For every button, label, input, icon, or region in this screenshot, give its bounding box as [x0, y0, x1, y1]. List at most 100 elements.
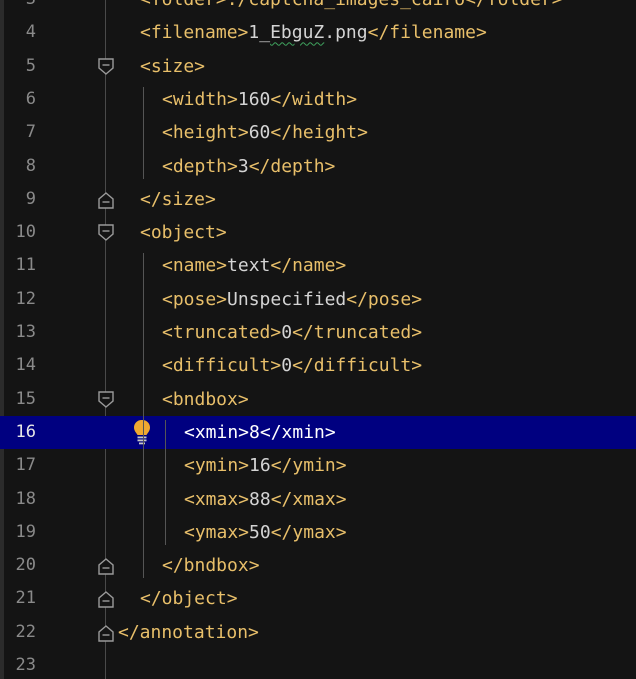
- code-text[interactable]: </bndbox>: [162, 549, 260, 582]
- code-text[interactable]: <filename>1_EbguZ.png</filename>: [140, 16, 487, 49]
- code-text[interactable]: </object>: [140, 582, 238, 615]
- code-text[interactable]: <size>: [140, 50, 205, 83]
- code-line[interactable]: 5 <size>: [0, 50, 636, 83]
- xml-tag: <height>: [162, 122, 249, 144]
- code-text[interactable]: <bndbox>: [162, 383, 249, 416]
- line-number[interactable]: 8: [4, 150, 36, 183]
- code-text[interactable]: <truncated>0</truncated>: [162, 316, 422, 349]
- xml-tag: </truncated>: [292, 322, 423, 343]
- line-number[interactable]: 17: [4, 449, 36, 482]
- code-text[interactable]: <pose>Unspecified</pose>: [162, 283, 422, 316]
- code-line[interactable]: 11 <name>text</name>: [0, 249, 636, 282]
- xml-tag: </size>: [140, 188, 216, 210]
- line-number[interactable]: 23: [4, 649, 36, 679]
- line-number[interactable]: 10: [4, 216, 36, 249]
- line-number[interactable]: 15: [4, 383, 36, 416]
- indent-guide: [143, 86, 144, 179]
- line-number[interactable]: 20: [4, 549, 36, 582]
- xml-tag: </annotation>: [118, 621, 259, 643]
- xml-tag: <depth>: [162, 155, 238, 177]
- line-number[interactable]: 22: [4, 616, 36, 649]
- code-line[interactable]: 6 <width>160</width>: [0, 83, 636, 116]
- line-number[interactable]: 6: [4, 83, 36, 116]
- xml-tag: <filename>: [140, 22, 249, 44]
- line-number[interactable]: 21: [4, 582, 36, 615]
- code-text[interactable]: <width>160</width>: [162, 83, 357, 116]
- xml-value: EbguZ: [270, 22, 325, 44]
- xml-tag: </name>: [270, 255, 347, 277]
- code-line[interactable]: 18 <xmax>88</xmax>: [0, 483, 636, 516]
- code-line[interactable]: 21 </object>: [0, 582, 636, 615]
- xml-tag: </height>: [270, 122, 368, 144]
- code-line[interactable]: 4 <filename>1_EbguZ.png</filename>: [0, 16, 636, 49]
- line-number[interactable]: 7: [4, 116, 36, 149]
- xml-value: 160: [237, 88, 271, 110]
- xml-tag: <difficult>: [162, 355, 282, 377]
- line-number[interactable]: 19: [4, 516, 36, 549]
- code-line[interactable]: 22 </annotation>: [0, 616, 636, 649]
- code-line[interactable]: 23: [0, 649, 636, 679]
- code-line[interactable]: 8 <depth>3</depth>: [0, 150, 636, 183]
- fold-collapse-icon[interactable]: [97, 223, 115, 243]
- xml-tag: </difficult>: [292, 355, 423, 377]
- xml-tag: <width>: [162, 88, 238, 110]
- code-text[interactable]: <folder>./captcha_images_cairo</folder>: [140, 0, 563, 16]
- fold-end-icon[interactable]: [97, 556, 115, 576]
- xml-value: text: [227, 255, 271, 277]
- code-text[interactable]: <ymin>16</ymin>: [184, 449, 347, 482]
- code-line[interactable]: 20 </bndbox>: [0, 549, 636, 582]
- line-number[interactable]: 3: [4, 0, 36, 16]
- code-line[interactable]: 14 <difficult>0</difficult>: [0, 349, 636, 382]
- code-line[interactable]: 12 <pose>Unspecified</pose>: [0, 283, 636, 316]
- code-line[interactable]: 3 <folder>./captcha_images_cairo</folder>: [0, 0, 636, 16]
- xml-tag: </xmax>: [270, 488, 347, 510]
- code-line[interactable]: 13 <truncated>0</truncated>: [0, 316, 636, 349]
- code-text[interactable]: <difficult>0</difficult>: [162, 349, 422, 382]
- xml-tag: <size>: [140, 55, 206, 77]
- code-text[interactable]: <xmax>88</xmax>: [184, 483, 347, 516]
- code-text[interactable]: </size>: [140, 183, 216, 216]
- code-line[interactable]: 15 <bndbox>: [0, 383, 636, 416]
- xml-tag: </xmin>: [259, 421, 336, 443]
- code-editor[interactable]: 3 <folder>./captcha_images_cairo</folder>…: [0, 0, 636, 679]
- indent-guide: [165, 419, 166, 546]
- code-text[interactable]: <height>60</height>: [162, 116, 368, 149]
- code-text[interactable]: <name>text</name>: [162, 249, 346, 282]
- code-line[interactable]: 9 </size>: [0, 183, 636, 216]
- code-line[interactable]: 17 <ymin>16</ymin>: [0, 449, 636, 482]
- xml-tag: <bndbox>: [162, 388, 249, 410]
- current-line[interactable]: 16 <xmin>8</xmin>: [0, 415, 636, 449]
- line-number[interactable]: 16: [4, 416, 36, 449]
- fold-end-icon[interactable]: [97, 589, 115, 609]
- code-text[interactable]: <depth>3</depth>: [162, 150, 335, 183]
- line-number[interactable]: 11: [4, 249, 36, 282]
- xml-value: 50: [249, 521, 271, 543]
- line-number[interactable]: 14: [4, 349, 36, 382]
- xml-tag: <ymin>: [184, 455, 250, 477]
- xml-tag: </object>: [140, 588, 238, 610]
- fold-collapse-icon[interactable]: [97, 390, 115, 410]
- code-text[interactable]: <ymax>50</ymax>: [184, 516, 347, 549]
- fold-end-icon[interactable]: [97, 623, 115, 643]
- line-number[interactable]: 4: [4, 16, 36, 49]
- code-line[interactable]: 19 <ymax>50</ymax>: [0, 516, 636, 549]
- fold-end-icon[interactable]: [97, 190, 115, 210]
- xml-value: 1_: [248, 22, 271, 44]
- xml-tag: <truncated>: [162, 322, 282, 343]
- code-text[interactable]: <xmin>8</xmin>: [184, 416, 336, 449]
- line-number[interactable]: 9: [4, 183, 36, 216]
- line-number[interactable]: 13: [4, 316, 36, 349]
- code-line[interactable]: 10 <object>: [0, 216, 636, 249]
- xml-tag: </filename>: [367, 22, 487, 44]
- line-number[interactable]: 18: [4, 483, 36, 516]
- xml-tag: <object>: [140, 222, 227, 244]
- xml-tag: <name>: [162, 255, 228, 277]
- indent-guide: [143, 253, 144, 579]
- fold-collapse-icon[interactable]: [97, 57, 115, 77]
- line-number[interactable]: 12: [4, 283, 36, 316]
- code-text[interactable]: <object>: [140, 216, 227, 249]
- line-number[interactable]: 5: [4, 50, 36, 83]
- code-text[interactable]: </annotation>: [118, 616, 259, 649]
- lightbulb-icon[interactable]: [132, 418, 152, 446]
- code-line[interactable]: 7 <height>60</height>: [0, 116, 636, 149]
